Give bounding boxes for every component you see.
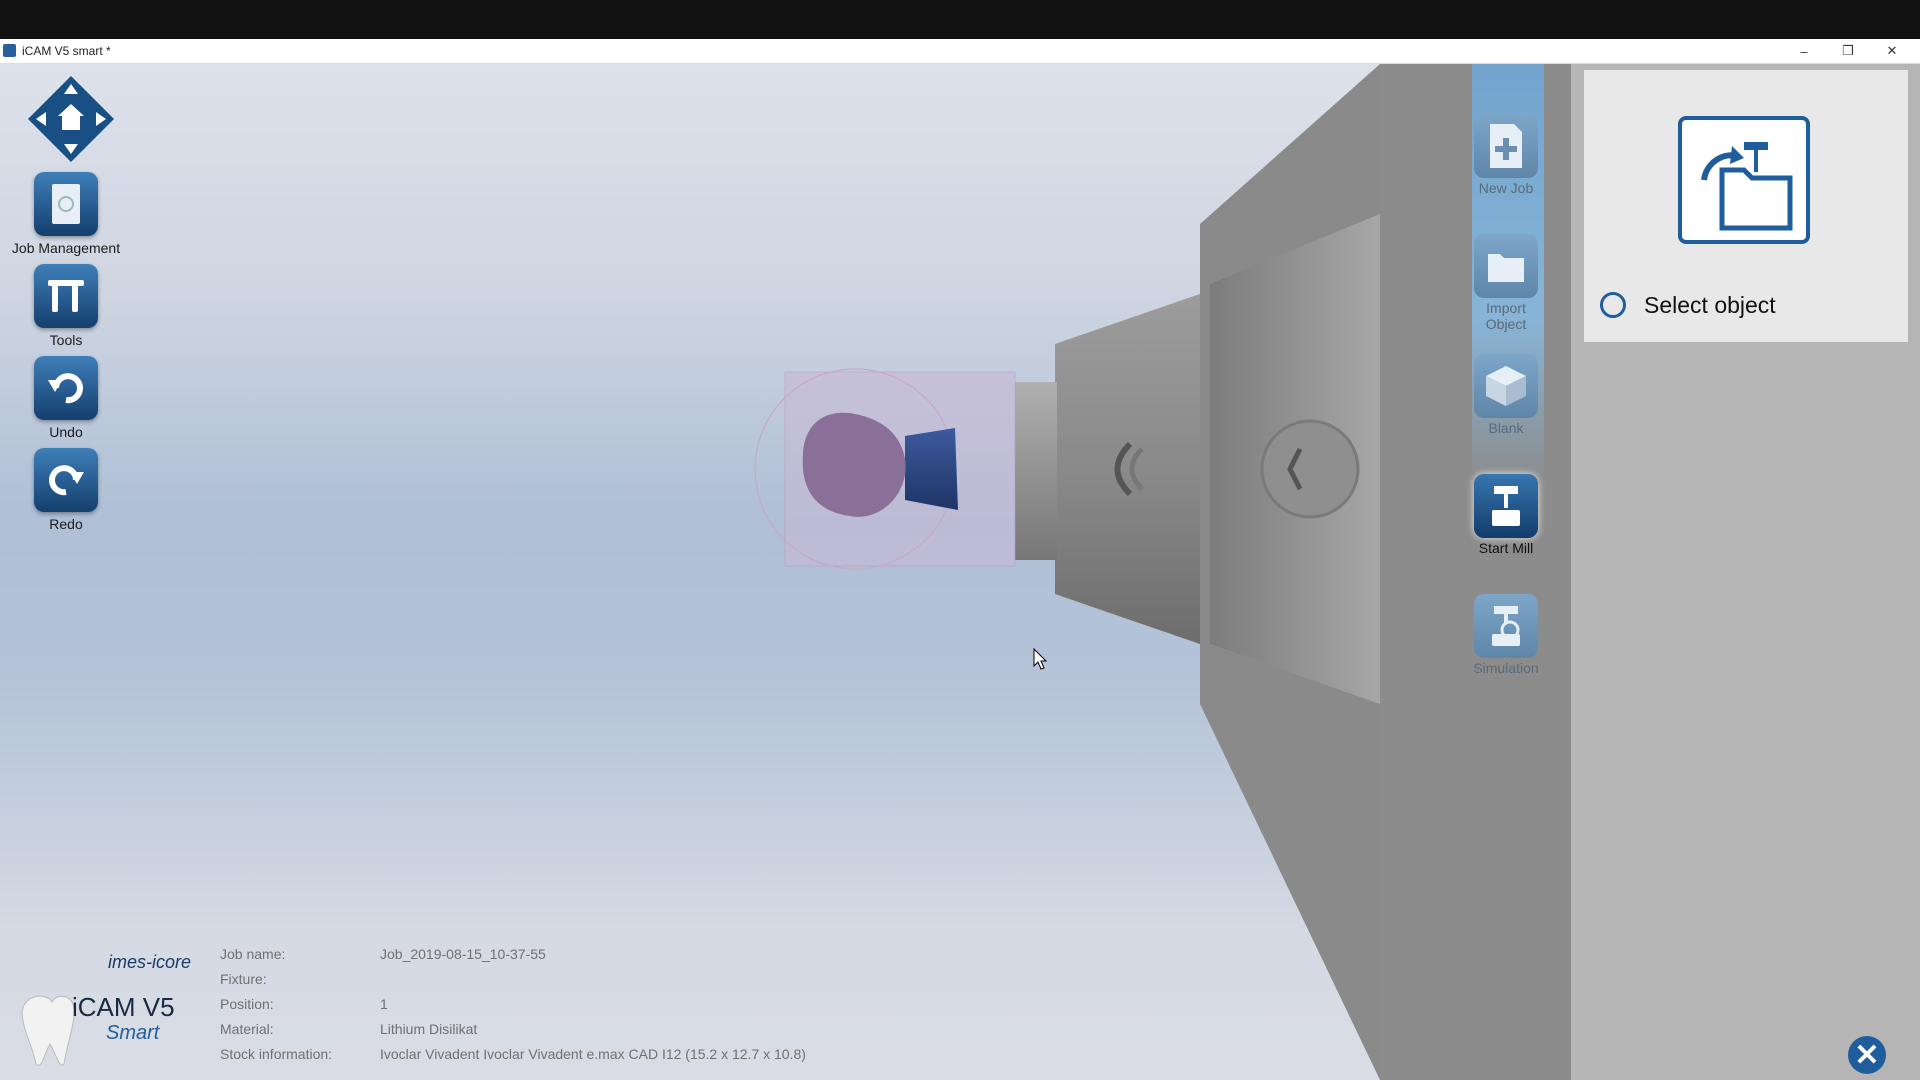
side-label: Import Object: [1485, 300, 1527, 332]
undo-button[interactable]: Undo: [0, 356, 132, 440]
tool-label: Undo: [49, 424, 83, 440]
tool-label: Redo: [49, 516, 83, 532]
mill-scene: [754, 64, 1380, 1080]
app-icon: [3, 44, 16, 57]
view-navigation-icon[interactable]: [26, 74, 116, 164]
stock-label: Stock information:: [220, 1046, 333, 1062]
screen-top-bar: [0, 0, 1920, 39]
redo-button[interactable]: Redo: [0, 448, 132, 532]
window-title: iCAM V5 smart *: [22, 44, 111, 58]
product-name: iCAM V5: [72, 992, 175, 1022]
select-object-card[interactable]: Select object: [1584, 70, 1908, 342]
redo-icon: [34, 448, 98, 512]
window-title-bar: iCAM V5 smart * – ❐ ✕: [0, 39, 1920, 64]
material-label: Material:: [220, 1021, 274, 1037]
job-management-button[interactable]: Job Management: [0, 172, 132, 256]
close-icon[interactable]: ✕: [1848, 1036, 1886, 1074]
restore-button[interactable]: ❐: [1826, 39, 1870, 63]
mouse-cursor-icon: [1033, 648, 1048, 670]
side-label: Simulation: [1473, 660, 1539, 676]
minimize-button[interactable]: –: [1782, 39, 1826, 63]
import-object-button[interactable]: Import Object: [1466, 234, 1546, 332]
select-object-label: Select object: [1644, 292, 1776, 318]
simulation-icon: [1474, 594, 1538, 658]
select-object-radio[interactable]: [1600, 292, 1626, 318]
material-value: Lithium Disilikat: [380, 1021, 478, 1037]
stock-value: Ivoclar Vivadent Ivoclar Vivadent e.max …: [380, 1046, 806, 1062]
blank-button[interactable]: Blank: [1466, 354, 1546, 436]
position-label: Position:: [220, 996, 274, 1012]
close-window-button[interactable]: ✕: [1870, 39, 1914, 63]
new-file-icon: [1474, 114, 1538, 178]
simulation-button[interactable]: Simulation: [1466, 594, 1546, 676]
new-job-button[interactable]: New Job: [1466, 114, 1546, 196]
position-value: 1: [380, 996, 388, 1012]
start-mill-button[interactable]: Start Mill: [1466, 474, 1546, 556]
product-edition: Smart: [106, 1022, 160, 1044]
undo-icon: [34, 356, 98, 420]
blank-box-icon: [1474, 354, 1538, 418]
job-name-label: Job name:: [220, 946, 286, 962]
tool-label: Tools: [49, 332, 83, 348]
tools-button[interactable]: Tools: [0, 264, 132, 348]
side-label: Start Mill: [1478, 540, 1534, 556]
fixture-label: Fixture:: [220, 971, 267, 987]
side-label: Blank: [1488, 420, 1524, 436]
import-folder-icon: [1678, 116, 1810, 244]
document-icon: [34, 172, 98, 236]
brand-logo: imes-icore: [108, 952, 192, 972]
tools-icon: [34, 264, 98, 328]
side-label: New Job: [1478, 180, 1534, 196]
folder-icon: [1474, 234, 1538, 298]
tool-label: Job Management: [11, 240, 121, 256]
mill-icon: [1474, 474, 1538, 538]
3d-viewport[interactable]: Job Management Tools Undo Redo imes-icor…: [0, 64, 1380, 1080]
job-name-value: Job_2019-08-15_10-37-55: [380, 946, 546, 962]
